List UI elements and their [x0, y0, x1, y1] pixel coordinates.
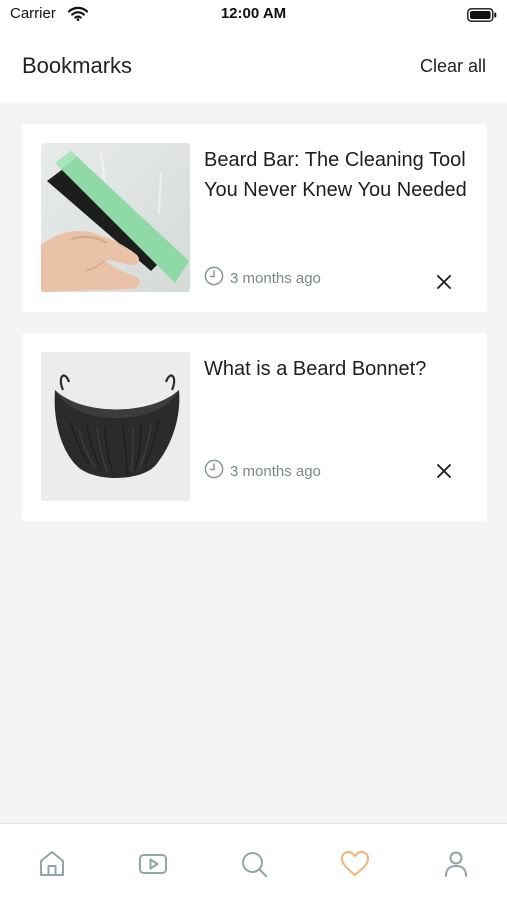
tab-bar	[0, 823, 507, 901]
video-icon	[139, 854, 167, 874]
remove-bookmark-button[interactable]	[436, 274, 452, 290]
bookmark-card[interactable]: What is a Beard Bonnet? 3 months ago	[22, 333, 487, 521]
top-area: Carrier 12:00 AM Bookmarks Clear all	[0, 0, 507, 103]
close-icon	[437, 275, 451, 289]
clock-icon	[204, 266, 224, 290]
page-title: Bookmarks	[22, 53, 133, 78]
tab-videos[interactable]	[137, 848, 169, 880]
profile-icon	[445, 851, 467, 877]
bookmark-meta: 3 months ago	[204, 266, 321, 290]
home-icon	[40, 851, 64, 876]
clock-icon	[204, 459, 224, 483]
bookmark-time-ago: 3 months ago	[230, 462, 321, 480]
bookmark-thumbnail	[41, 143, 190, 292]
heart-icon	[341, 851, 369, 876]
status-bar: Carrier 12:00 AM	[0, 0, 507, 30]
close-icon	[437, 464, 451, 478]
tab-search[interactable]	[238, 848, 270, 880]
tab-profile[interactable]	[440, 848, 472, 880]
bookmark-thumbnail	[41, 352, 190, 501]
bookmark-meta: 3 months ago	[204, 459, 321, 483]
tab-home[interactable]	[36, 848, 68, 880]
bookmark-card[interactable]: Beard Bar: The Cleaning Tool You Never K…	[22, 124, 487, 312]
status-time: 12:00 AM	[220, 5, 287, 22]
clear-all-button[interactable]: Clear all	[420, 56, 486, 77]
bookmark-title[interactable]: Beard Bar: The Cleaning Tool You Never K…	[204, 145, 474, 205]
bookmark-title[interactable]: What is a Beard Bonnet?	[204, 354, 474, 384]
bookmark-time-ago: 3 months ago	[230, 269, 321, 287]
search-icon	[242, 852, 267, 877]
battery-icon	[467, 7, 497, 26]
tab-bookmarks[interactable]	[339, 848, 371, 880]
remove-bookmark-button[interactable]	[436, 463, 452, 479]
